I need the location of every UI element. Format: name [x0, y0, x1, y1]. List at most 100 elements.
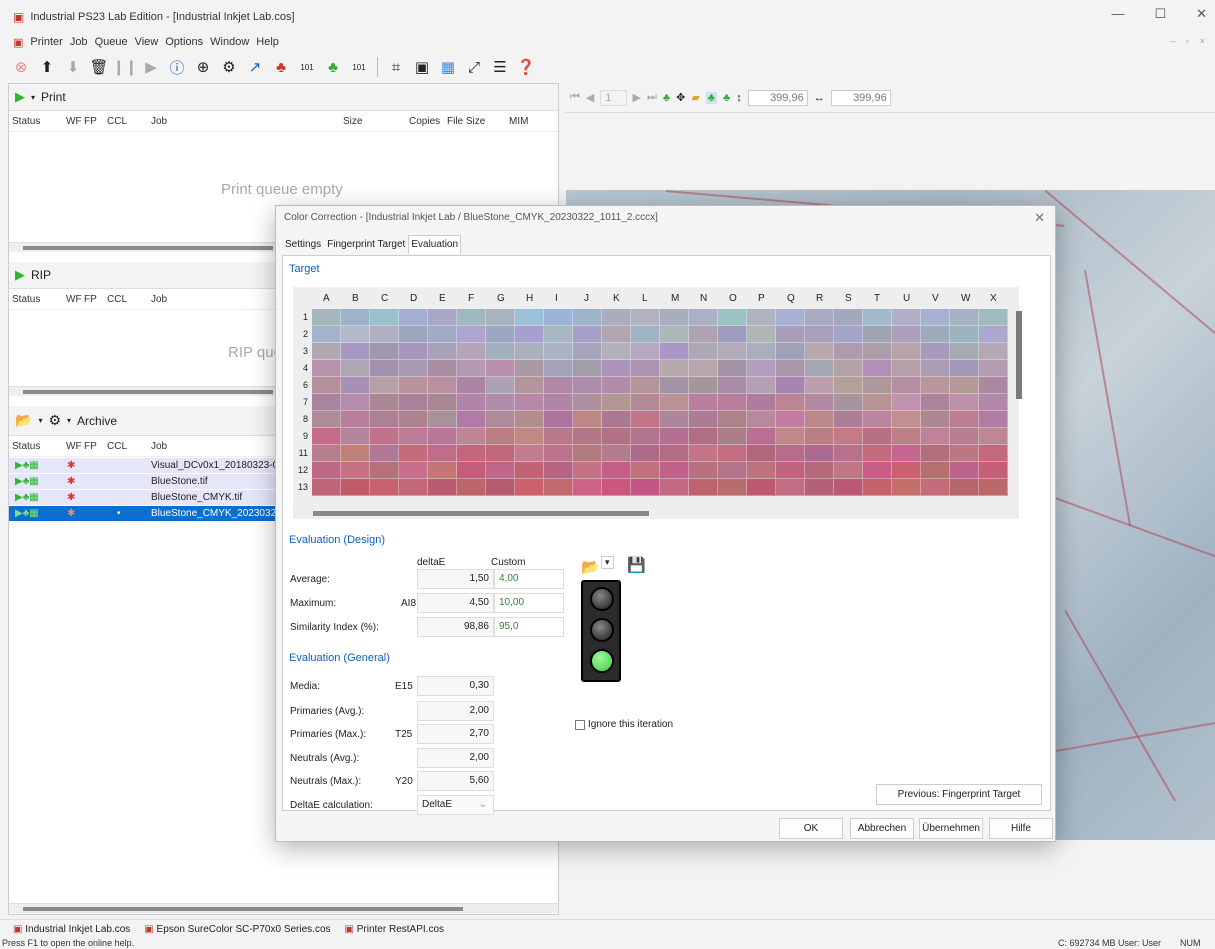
- color-patch[interactable]: [776, 377, 805, 394]
- color-patch[interactable]: [457, 428, 486, 445]
- color-patch[interactable]: [718, 377, 747, 394]
- color-patch[interactable]: [370, 343, 399, 360]
- folder-dropdown-icon[interactable]: ▾: [38, 416, 42, 425]
- color-patch[interactable]: [747, 479, 776, 496]
- color-patch[interactable]: [457, 394, 486, 411]
- maximize-button[interactable]: ☐: [1154, 6, 1166, 22]
- color-patch[interactable]: [631, 445, 660, 462]
- color-patch[interactable]: [573, 377, 602, 394]
- color-patch[interactable]: [834, 479, 863, 496]
- color-patch[interactable]: [428, 326, 457, 343]
- help-icon[interactable]: ❓: [516, 57, 536, 77]
- color-patch[interactable]: [428, 445, 457, 462]
- color-patch[interactable]: [718, 343, 747, 360]
- binary-green-icon[interactable]: 101: [349, 57, 369, 77]
- color-patch[interactable]: [631, 360, 660, 377]
- color-patch[interactable]: [399, 479, 428, 496]
- color-patch[interactable]: [573, 343, 602, 360]
- color-patch[interactable]: [399, 462, 428, 479]
- color-patch[interactable]: [428, 309, 457, 326]
- doc-tab-epson[interactable]: ▣ Epson SureColor SC-P70x0 Series.cos: [144, 924, 330, 935]
- delete-icon[interactable]: 🗑: [89, 57, 109, 77]
- color-patch[interactable]: [863, 479, 892, 496]
- color-patch[interactable]: [341, 360, 370, 377]
- color-patch[interactable]: [950, 309, 979, 326]
- height-field[interactable]: 399,96: [747, 89, 808, 106]
- folder-open-icon[interactable]: 📂: [15, 412, 32, 429]
- color-patch[interactable]: [979, 428, 1008, 445]
- color-patch[interactable]: [863, 309, 892, 326]
- color-patch[interactable]: [544, 428, 573, 445]
- color-patch[interactable]: [863, 411, 892, 428]
- color-patch[interactable]: [602, 326, 631, 343]
- color-patch[interactable]: [486, 428, 515, 445]
- color-patch[interactable]: [573, 326, 602, 343]
- menu-view[interactable]: View: [135, 36, 159, 48]
- color-patch[interactable]: [631, 394, 660, 411]
- color-patch[interactable]: [863, 343, 892, 360]
- menu-printer[interactable]: Printer: [30, 36, 62, 48]
- color-patch[interactable]: [370, 309, 399, 326]
- color-patch[interactable]: [805, 326, 834, 343]
- color-patch[interactable]: [805, 411, 834, 428]
- target-patch-grid[interactable]: A B C D E F G H I J K L M N O P Q R S T U V W X 1 2 3 4 6 7 8 9 11 12 13: [293, 287, 1022, 519]
- color-patch[interactable]: [747, 377, 776, 394]
- color-patch[interactable]: [863, 326, 892, 343]
- color-patch[interactable]: [689, 326, 718, 343]
- move-icon[interactable]: ✥: [676, 91, 685, 104]
- col-copies[interactable]: Copies: [409, 116, 440, 127]
- color-patch[interactable]: [573, 428, 602, 445]
- arc-col-ccl[interactable]: CCL: [107, 441, 127, 452]
- color-patch[interactable]: [921, 394, 950, 411]
- color-patch[interactable]: [863, 445, 892, 462]
- average-custom-input[interactable]: 4,00: [494, 569, 564, 589]
- col-status[interactable]: Status: [12, 116, 40, 127]
- color-patch[interactable]: [544, 343, 573, 360]
- color-patch[interactable]: [631, 377, 660, 394]
- color-patch[interactable]: [660, 479, 689, 496]
- rip-col-status[interactable]: Status: [12, 294, 40, 305]
- color-patch[interactable]: [544, 462, 573, 479]
- color-patch[interactable]: [486, 445, 515, 462]
- color-patch[interactable]: [950, 343, 979, 360]
- color-patch[interactable]: [515, 343, 544, 360]
- color-patch[interactable]: [486, 394, 515, 411]
- color-patch[interactable]: [602, 394, 631, 411]
- color-patch[interactable]: [631, 343, 660, 360]
- minimize-button[interactable]: —: [1111, 6, 1124, 22]
- color-patch[interactable]: [370, 445, 399, 462]
- rip-col-wf[interactable]: WF: [66, 294, 82, 305]
- color-patch[interactable]: [660, 411, 689, 428]
- color-patch[interactable]: [979, 462, 1008, 479]
- load-folder-icon[interactable]: 📂: [581, 558, 600, 576]
- tree-red-icon[interactable]: ♣: [271, 57, 291, 77]
- color-patch[interactable]: [515, 428, 544, 445]
- grid-horizontal-scrollbar[interactable]: [313, 511, 649, 516]
- color-patch[interactable]: [689, 445, 718, 462]
- arc-col-fp[interactable]: FP: [84, 441, 97, 452]
- folder-icon[interactable]: ▰: [691, 91, 699, 104]
- menu-options[interactable]: Options: [165, 36, 203, 48]
- color-patch[interactable]: [863, 462, 892, 479]
- color-patch[interactable]: [370, 411, 399, 428]
- mdi-controls[interactable]: – ▫ ×: [1171, 36, 1209, 46]
- color-patch[interactable]: [486, 326, 515, 343]
- print-dropdown-icon[interactable]: ▾: [31, 93, 35, 102]
- color-patch[interactable]: [428, 343, 457, 360]
- color-patch[interactable]: [805, 479, 834, 496]
- color-patch[interactable]: [631, 309, 660, 326]
- color-patch[interactable]: [486, 479, 515, 496]
- color-patch[interactable]: [515, 377, 544, 394]
- color-patch[interactable]: [805, 309, 834, 326]
- color-patch[interactable]: [457, 377, 486, 394]
- col-fp[interactable]: FP: [84, 116, 97, 127]
- color-patch[interactable]: [486, 411, 515, 428]
- color-patch[interactable]: [892, 479, 921, 496]
- width-field[interactable]: 399,96: [830, 89, 891, 106]
- color-patch[interactable]: [892, 360, 921, 377]
- color-patch[interactable]: [689, 462, 718, 479]
- color-patch[interactable]: [805, 394, 834, 411]
- color-patch[interactable]: [341, 445, 370, 462]
- color-patch[interactable]: [747, 326, 776, 343]
- color-patch[interactable]: [544, 360, 573, 377]
